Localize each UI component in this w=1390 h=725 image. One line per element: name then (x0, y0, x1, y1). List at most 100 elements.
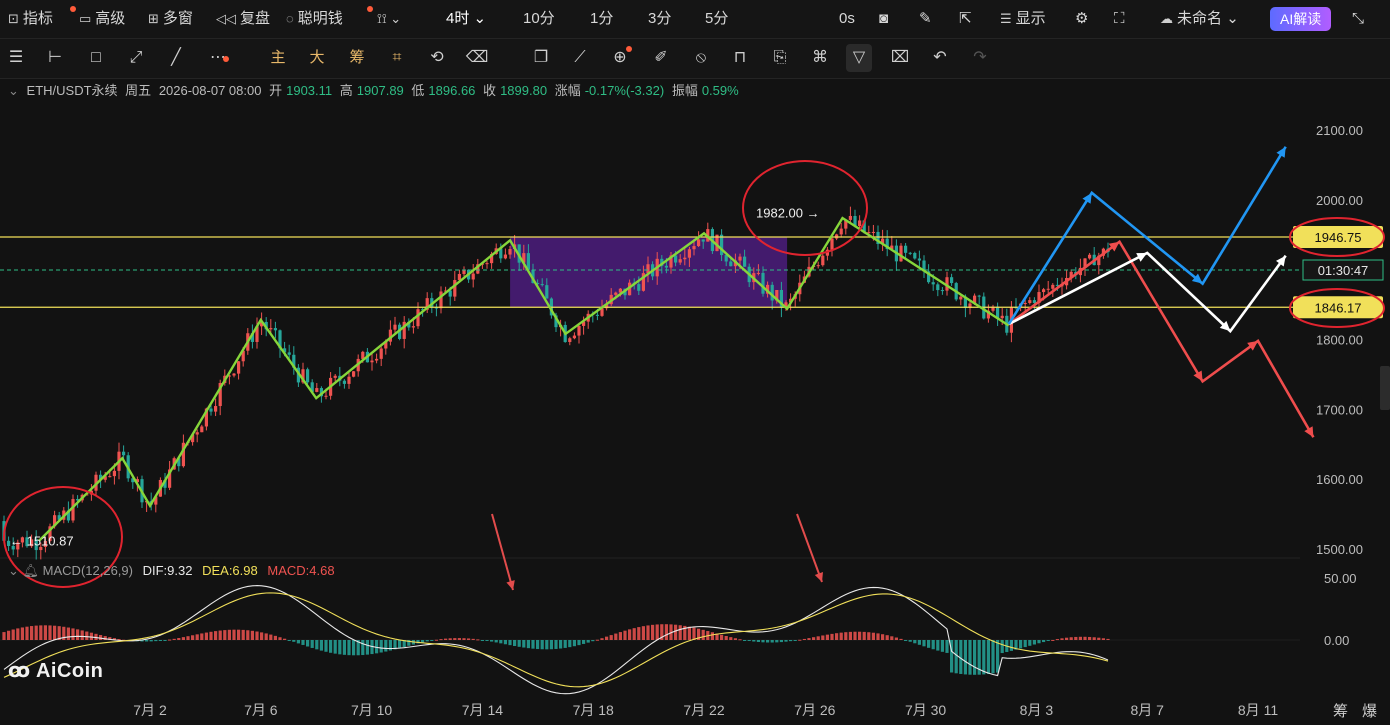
candle-body (595, 314, 599, 316)
macd-histogram-bar (982, 640, 986, 675)
macd-dea: DEA:6.98 (202, 563, 258, 578)
indicator-menu[interactable]: ⊡ 指标 (8, 0, 53, 38)
macd-histogram-bar (154, 640, 158, 642)
date-tick-label: 7月 10 (351, 702, 392, 718)
low-value: 1896.66 (428, 83, 476, 98)
macd-histogram-bar (430, 640, 434, 641)
candle-body (209, 408, 213, 412)
refresh-pattern-icon[interactable]: ⟲ (424, 39, 450, 77)
collapse-chevron-icon[interactable]: ⌄ (8, 83, 19, 98)
macd-histogram-bar (467, 638, 471, 640)
macd-histogram-bar (651, 624, 655, 640)
tf-10m[interactable]: 10分 (523, 0, 555, 38)
open-label: 开 (269, 83, 283, 98)
macd-histogram-bar (508, 640, 512, 646)
more-indicator-menu[interactable]: ⟟⟟ ⌄ (377, 0, 405, 38)
macd-histogram-bar (890, 636, 894, 640)
countdown-label[interactable]: 0s (839, 0, 855, 38)
pattern-icon[interactable]: ⌗ (384, 39, 410, 77)
tf-3m[interactable]: 3分 (648, 0, 671, 38)
macd-histogram-bar (421, 640, 425, 643)
macd-histogram-bar (973, 640, 977, 675)
macd-histogram-bar (223, 630, 227, 640)
candle-body (393, 324, 397, 330)
collapse-icon[interactable]: ⤡ (1352, 0, 1364, 38)
horizontal-line-icon[interactable]: ⊢ (42, 39, 68, 77)
price-tick-label: 1500.00 (1316, 542, 1363, 557)
macd-histogram-bar (517, 640, 521, 647)
macd-dif: DIF:9.32 (142, 563, 193, 578)
macd-histogram-bar (775, 640, 779, 643)
macd-histogram-bar (692, 627, 696, 640)
liquidation-footer-button[interactable]: 爆 (1362, 700, 1377, 721)
trash-icon[interactable]: ⌧ (887, 39, 913, 77)
hide-icon[interactable]: ⦸ (688, 39, 714, 77)
macd-histogram-bar (756, 640, 760, 643)
macd-histogram-bar (241, 629, 245, 640)
redo-icon[interactable]: ↷ (967, 39, 993, 77)
amplitude-label: 振幅 (671, 83, 698, 98)
macd-histogram-bar (802, 638, 806, 640)
zoom-icon[interactable]: ⊕ (607, 39, 633, 77)
chips-toggle[interactable]: 筹 (344, 39, 370, 77)
macd-histogram-bar (701, 629, 705, 640)
fullscreen-icon[interactable]: ⛶ (1114, 0, 1125, 38)
display-menu[interactable]: ☰ 显示 (1000, 0, 1046, 38)
replay-menu[interactable]: ◁◁ 复盘 (216, 0, 270, 38)
share-icon[interactable]: ⇱ (959, 0, 972, 38)
candle-body (411, 326, 415, 328)
macd-histogram-bar (729, 637, 733, 640)
settings-gear-icon[interactable]: ⚙ (1075, 0, 1088, 38)
candle-body (1000, 315, 1004, 319)
trend-line-icon[interactable]: ╱ (163, 39, 189, 77)
kline-chart[interactable]: 2100.002000.001900.001800.001700.001600.… (0, 0, 1390, 725)
template-icon[interactable]: ⎘ (767, 39, 793, 77)
zoom-dot (626, 46, 632, 52)
macd-histogram-bar (761, 640, 765, 643)
macd-histogram-bar (168, 639, 172, 641)
grid-icon: ⊞ (148, 11, 159, 26)
macd-histogram-bar (1055, 639, 1059, 641)
macd-histogram-bar (1065, 637, 1069, 640)
big-order-toggle[interactable]: 大 (304, 39, 330, 77)
magnet-icon[interactable]: ⌘ (807, 39, 833, 77)
menu-icon[interactable]: ☰ (3, 39, 29, 77)
layout-selector[interactable]: ☁ 未命名 ⌄ (1160, 0, 1239, 38)
tf-1m[interactable]: 1分 (590, 0, 613, 38)
candle-body (692, 246, 696, 250)
advanced-menu[interactable]: ▭ 高级 (79, 0, 125, 38)
main-force-toggle[interactable]: 主 (265, 39, 291, 77)
bell-icon[interactable]: 🔔︎ (23, 563, 40, 578)
macd-histogram-bar (85, 631, 89, 640)
smart-money-menu[interactable]: ◌ 聪明钱 (286, 0, 343, 38)
macd-histogram-bar (899, 638, 903, 640)
ray-icon[interactable]: ⤢ (123, 39, 149, 77)
candle-body (959, 296, 963, 300)
timeframe-selector[interactable]: 4时 ⌄ (446, 0, 486, 38)
candle-body (683, 257, 687, 260)
close-label: 收 (483, 83, 497, 98)
ruler-icon[interactable]: ⟋ (567, 39, 593, 77)
macd-histogram-bar (936, 640, 940, 651)
lock-icon[interactable]: ⊓ (727, 39, 753, 77)
camera-icon[interactable]: ◙ (879, 0, 888, 38)
multi-window-menu[interactable]: ⊞ 多窗 (148, 0, 193, 38)
chips-footer-button[interactable]: 筹 (1333, 700, 1348, 721)
rectangle-icon[interactable]: □ (83, 39, 109, 77)
filter-icon[interactable]: ▽ (846, 44, 872, 72)
eraser-icon[interactable]: ⌫ (464, 39, 490, 77)
candle-body (908, 252, 912, 254)
ai-interpret-button[interactable]: AI解读 (1270, 7, 1332, 31)
brush-icon[interactable]: ✐ (648, 39, 674, 77)
copy-icon[interactable]: ❐ (528, 39, 554, 77)
candle-body (112, 470, 116, 477)
macd-histogram-bar (1019, 640, 1023, 649)
collapse-chevron-icon[interactable]: ⌄ (8, 563, 19, 578)
macd-histogram-bar (600, 638, 604, 640)
macd-histogram-bar (1009, 640, 1013, 651)
macd-histogram-bar (315, 640, 319, 650)
tf-5m[interactable]: 5分 (705, 0, 728, 38)
undo-icon[interactable]: ↶ (927, 39, 953, 77)
edit-icon[interactable]: ✎ (919, 0, 932, 38)
macd-histogram-bar (945, 640, 949, 653)
